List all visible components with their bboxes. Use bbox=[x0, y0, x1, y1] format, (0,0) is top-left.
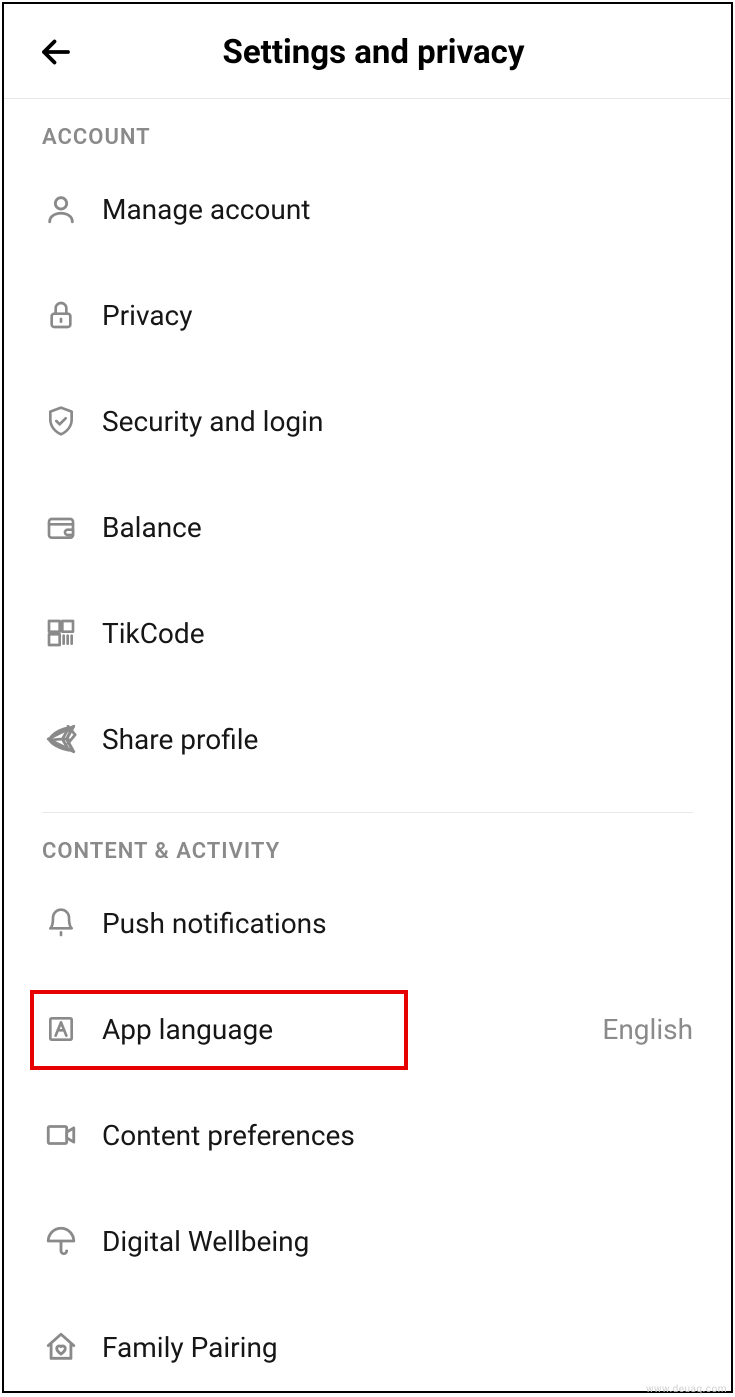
item-label: Security and login bbox=[102, 405, 323, 438]
list-item-app-language[interactable]: App language English bbox=[4, 976, 731, 1082]
bell-icon bbox=[42, 904, 80, 942]
item-label: Manage account bbox=[102, 193, 310, 226]
item-label: TikCode bbox=[102, 617, 205, 650]
list-item-push-notifications[interactable]: Push notifications bbox=[4, 870, 731, 976]
watermark: www.deuaq.com bbox=[646, 1384, 727, 1395]
section-header-content-activity: CONTENT & ACTIVITY bbox=[4, 813, 731, 870]
wallet-icon bbox=[42, 508, 80, 546]
umbrella-icon bbox=[42, 1222, 80, 1260]
lock-icon bbox=[42, 296, 80, 334]
video-icon bbox=[42, 1116, 80, 1154]
item-label: Share profile bbox=[102, 723, 258, 756]
item-label: Content preferences bbox=[102, 1119, 355, 1152]
share-icon bbox=[42, 720, 80, 758]
item-label: Digital Wellbeing bbox=[102, 1225, 309, 1258]
list-item-manage-account[interactable]: Manage account bbox=[4, 156, 731, 262]
page-title: Settings and privacy bbox=[36, 33, 711, 72]
list-item-security[interactable]: Security and login bbox=[4, 368, 731, 474]
home-heart-icon bbox=[42, 1328, 80, 1366]
list-item-digital-wellbeing[interactable]: Digital Wellbeing bbox=[4, 1188, 731, 1294]
item-value: English bbox=[602, 1013, 693, 1046]
item-label: Push notifications bbox=[102, 907, 327, 940]
list-item-tikcode[interactable]: TikCode bbox=[4, 580, 731, 686]
list-item-share-profile[interactable]: Share profile bbox=[4, 686, 731, 792]
list-item-family-pairing[interactable]: Family Pairing bbox=[4, 1294, 731, 1393]
list-item-privacy[interactable]: Privacy bbox=[4, 262, 731, 368]
person-icon bbox=[42, 190, 80, 228]
section-header-account: ACCOUNT bbox=[4, 99, 731, 156]
shield-icon bbox=[42, 402, 80, 440]
list-item-content-preferences[interactable]: Content preferences bbox=[4, 1082, 731, 1188]
item-label: Family Pairing bbox=[102, 1331, 278, 1364]
item-label: Balance bbox=[102, 511, 202, 544]
item-label: Privacy bbox=[102, 299, 192, 332]
list-item-balance[interactable]: Balance bbox=[4, 474, 731, 580]
qr-icon bbox=[42, 614, 80, 652]
highlight-annotation bbox=[30, 990, 408, 1070]
